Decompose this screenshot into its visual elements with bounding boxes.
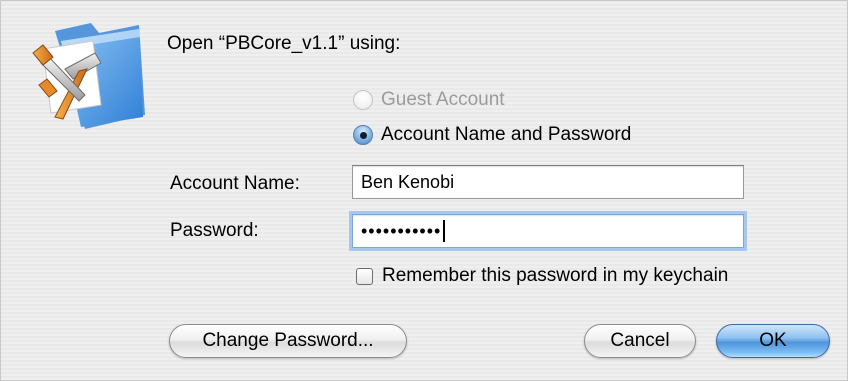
guest-account-radio-row: Guest Account	[353, 87, 505, 113]
guest-account-radio	[353, 90, 373, 110]
developer-tools-folder-icon	[32, 23, 145, 129]
keychain-checkbox-row[interactable]: Remember this password in my keychain	[356, 264, 728, 288]
account-password-radio-row[interactable]: Account Name and Password	[353, 122, 631, 148]
text-caret	[443, 220, 446, 242]
account-name-field[interactable]: Ben Kenobi	[352, 165, 744, 199]
keychain-checkbox[interactable]	[356, 267, 373, 285]
cancel-button[interactable]: Cancel	[584, 324, 696, 358]
password-field[interactable]: •••••••••••	[352, 214, 744, 248]
keychain-label[interactable]: Remember this password in my keychain	[382, 265, 728, 287]
radio-selected-dot	[360, 132, 367, 139]
account-password-radio[interactable]	[353, 125, 373, 145]
account-name-label: Account Name:	[170, 173, 300, 194]
ok-button[interactable]: OK	[716, 324, 830, 358]
guest-account-label: Guest Account	[381, 89, 505, 110]
password-mask: •••••••••••	[361, 221, 442, 241]
open-volume-dialog: Open “PBCore_v1.1” using: Guest Account …	[0, 0, 848, 381]
change-password-button[interactable]: Change Password...	[169, 324, 407, 358]
dialog-title: Open “PBCore_v1.1” using:	[167, 33, 401, 54]
account-name-value: Ben Kenobi	[361, 171, 455, 192]
password-label: Password:	[170, 220, 259, 241]
account-password-label[interactable]: Account Name and Password	[381, 124, 631, 146]
